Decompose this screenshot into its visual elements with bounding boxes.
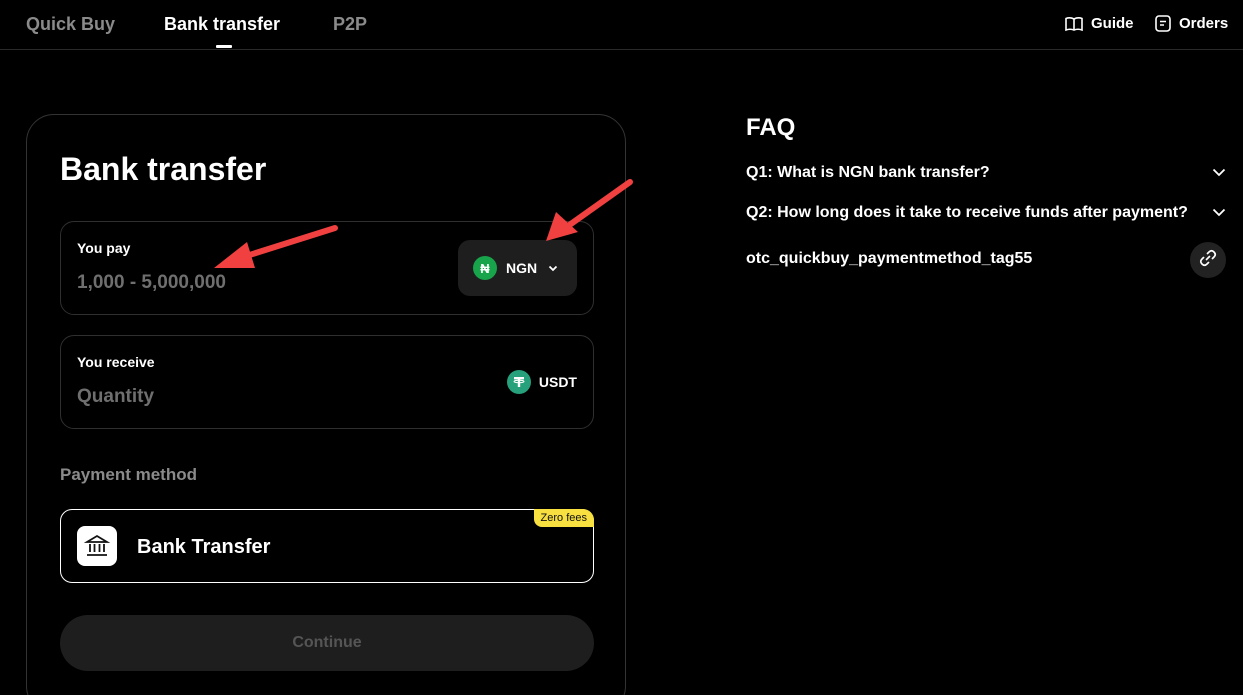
chevron-down-icon [1212, 204, 1226, 222]
receive-currency: USDT [506, 370, 577, 394]
receive-quantity-input[interactable] [77, 386, 377, 408]
zero-fees-badge: Zero fees [533, 509, 594, 527]
orders-label: Orders [1179, 15, 1229, 32]
bank-transfer-card: Bank transfer You pay ₦ NGN You receive … [26, 114, 626, 695]
faq-item-q2[interactable]: Q2: How long does it take to receive fun… [746, 201, 1226, 225]
pay-currency-select[interactable]: ₦ NGN [458, 240, 577, 296]
guide-link[interactable]: Guide [1065, 15, 1134, 32]
continue-button[interactable]: Continue [60, 615, 594, 671]
tab-p2p[interactable]: P2P [333, 14, 367, 35]
faq-item-q1[interactable]: Q1: What is NGN bank transfer? [746, 161, 1226, 185]
naira-coin-icon: ₦ [473, 256, 497, 280]
you-receive-field: You receive USDT [60, 335, 594, 429]
faq-title: FAQ [746, 114, 796, 141]
link-icon [1199, 249, 1217, 272]
top-nav: Quick Buy Bank transfer P2P Guide Orders [0, 0, 1243, 50]
you-pay-field: You pay ₦ NGN [60, 221, 594, 315]
card-title: Bank transfer [60, 151, 267, 187]
receive-currency-code: USDT [538, 374, 577, 390]
payment-method-bank-transfer[interactable]: Bank Transfer Zero fees [60, 509, 594, 583]
bank-icon [77, 526, 117, 566]
tether-icon [506, 370, 531, 394]
payment-method-tag: otc_quickbuy_paymentmethod_tag55 [746, 250, 1033, 267]
orders-link[interactable]: Orders [1155, 15, 1228, 32]
payment-method-name: Bank Transfer [137, 536, 271, 558]
pay-currency-code: NGN [506, 260, 538, 276]
you-pay-label: You pay [77, 240, 131, 256]
tab-bank-transfer[interactable]: Bank transfer [164, 14, 280, 35]
active-tab-indicator [216, 45, 232, 48]
faq-question: Q2: How long does it take to receive fun… [746, 204, 1188, 221]
you-receive-label: You receive [77, 354, 155, 370]
guide-label: Guide [1091, 15, 1134, 32]
tab-quick-buy[interactable]: Quick Buy [26, 14, 115, 35]
payment-method-label: Payment method [60, 465, 197, 484]
chevron-down-icon [1212, 164, 1226, 182]
orders-icon [1155, 15, 1171, 32]
book-icon [1065, 16, 1083, 32]
faq-question: Q1: What is NGN bank transfer? [746, 164, 990, 181]
copy-link-button[interactable] [1190, 242, 1226, 278]
chevron-down-icon [548, 259, 558, 277]
pay-amount-input[interactable] [77, 272, 377, 294]
